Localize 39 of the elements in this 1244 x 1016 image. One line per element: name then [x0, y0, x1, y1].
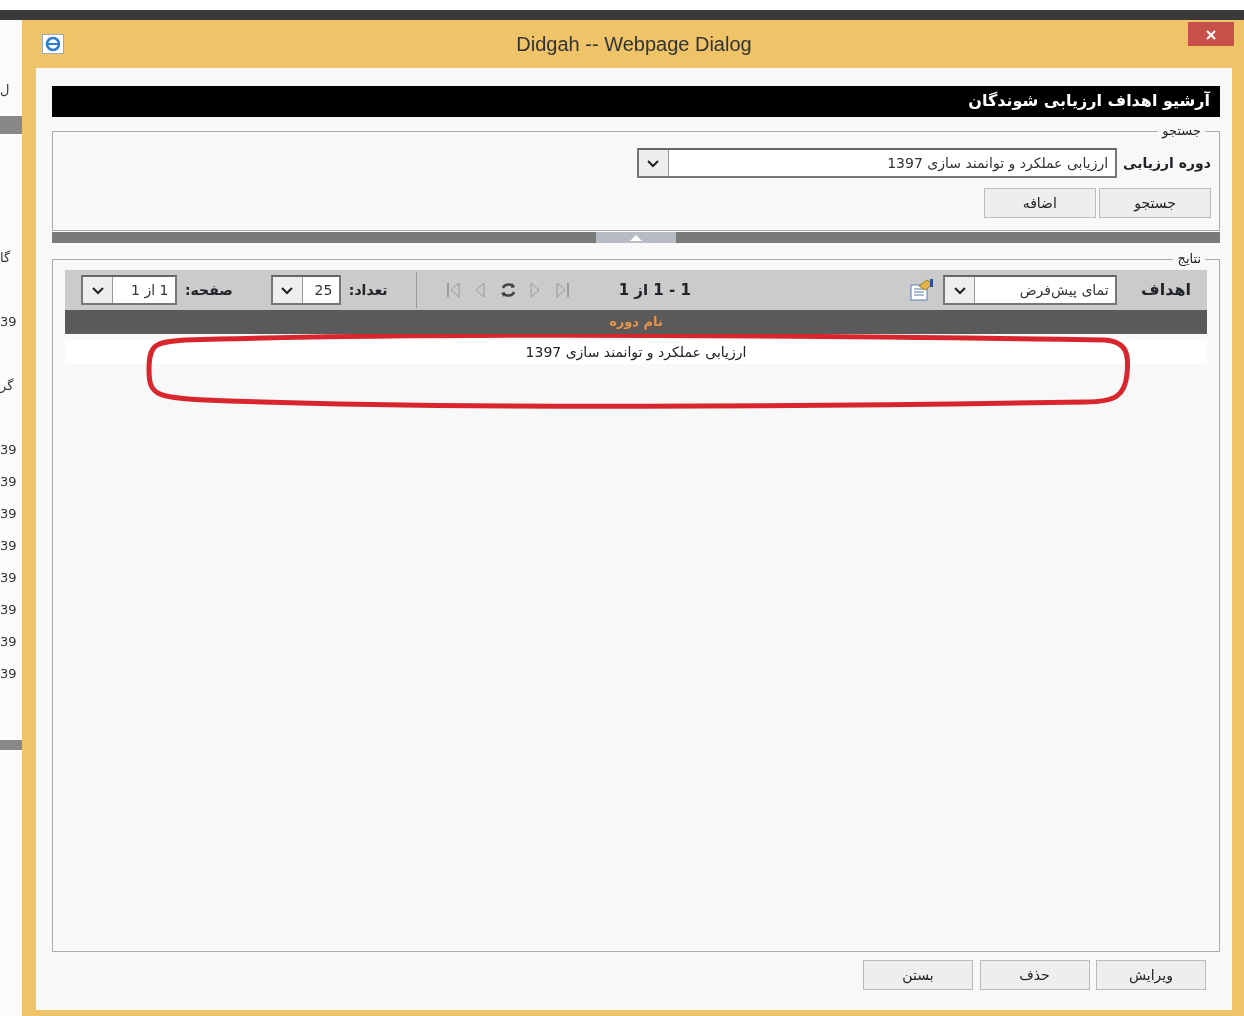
collapse-handle[interactable] — [596, 232, 676, 243]
collapse-arrow-icon — [630, 234, 642, 241]
field-label: دوره ارزیابی — [1123, 153, 1211, 174]
close-button[interactable] — [1188, 22, 1234, 46]
background-text: 39 — [0, 569, 17, 587]
background-toolbar — [0, 740, 22, 750]
close-icon — [1205, 29, 1217, 41]
background-text: 39 — [0, 537, 17, 555]
view-select[interactable]: تمای پیش‌فرض — [943, 275, 1118, 305]
background-text: 39 — [0, 633, 17, 651]
window-title: Didgah -- Webpage Dialog — [516, 32, 752, 57]
action-button[interactable]: جستجو — [1099, 188, 1211, 218]
page-size-select[interactable]: 25 — [270, 275, 341, 305]
background-text: گا — [0, 249, 11, 267]
count-label: تعداد: — [348, 280, 388, 300]
table-cell-text: ارزیابی عملکرد و توانمند سازی 1397 — [524, 343, 748, 363]
browser-icon — [42, 34, 64, 54]
background-text: 39 — [0, 313, 17, 331]
action-button[interactable]: اضافه — [983, 188, 1096, 218]
background-toolbar — [0, 116, 22, 134]
background-text: 39 — [0, 601, 17, 619]
page-title: آرشیو اهداف ارزیابی شوندگان — [52, 86, 1220, 117]
splitter-bar[interactable] — [52, 232, 1220, 243]
background-text: 39 — [0, 441, 17, 459]
background-text: 39 — [0, 665, 17, 683]
view-settings-icon[interactable] — [909, 278, 936, 302]
page-label: صفحه: — [185, 280, 233, 300]
background-text: 39 — [0, 505, 17, 523]
grid-title: اهداف — [1141, 279, 1191, 301]
background-text: گر — [0, 377, 14, 395]
background-text: ل — [0, 81, 10, 99]
page-select[interactable]: 1 از 1 — [81, 275, 177, 305]
dialog-button[interactable]: بستن — [863, 960, 973, 990]
dialog-button[interactable]: ویرایش — [1096, 960, 1206, 990]
record-range: 1 - 1 از 1 — [618, 279, 691, 301]
background-text: 39 — [0, 473, 17, 491]
period-select[interactable]: ارزیابی عملکرد و توانمند سازی 1397 — [636, 148, 1117, 178]
section-legend: نتایج — [1173, 251, 1205, 267]
dialog-button[interactable]: حذف — [979, 960, 1090, 990]
